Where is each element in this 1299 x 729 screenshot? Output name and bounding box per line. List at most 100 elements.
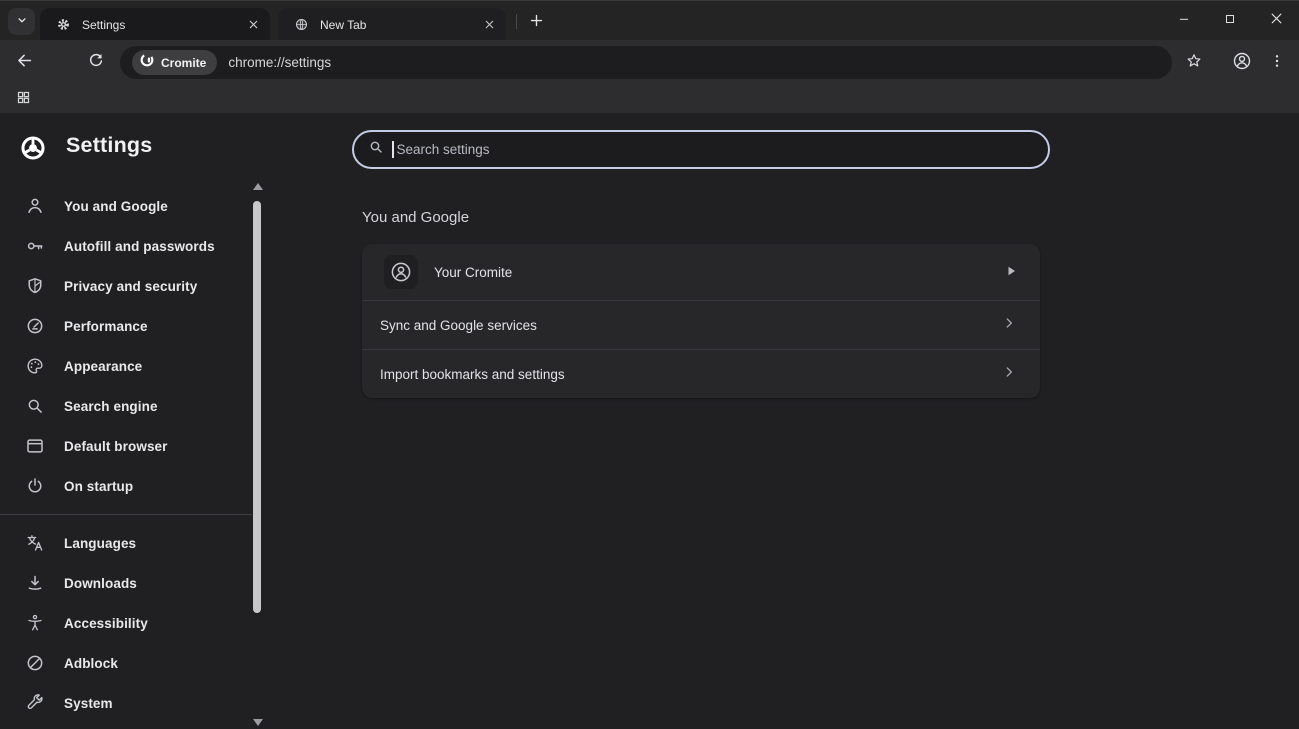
- reload-icon: [87, 52, 105, 73]
- browser-window: Settings New Tab: [0, 0, 1299, 729]
- close-tab-icon[interactable]: [480, 16, 498, 34]
- sidebar-divider: [0, 514, 252, 515]
- sidebar-item-label: On startup: [64, 479, 133, 494]
- new-tab-button[interactable]: [523, 9, 549, 35]
- sidebar-item-on-startup[interactable]: On startup: [0, 466, 252, 506]
- minimize-icon: [1177, 12, 1191, 29]
- sidebar-item-label: Performance: [64, 319, 148, 334]
- search-icon: [368, 139, 384, 160]
- search-input[interactable]: [397, 142, 1035, 157]
- palette-icon: [25, 356, 45, 376]
- forward-button[interactable]: [44, 46, 76, 78]
- triangle-right-icon: [1006, 263, 1016, 281]
- sidebar-item-label: Adblock: [64, 656, 118, 671]
- blocked-icon: [25, 653, 45, 673]
- reload-button[interactable]: [80, 46, 112, 78]
- close-tab-icon[interactable]: [244, 16, 262, 34]
- sidebar-item-label: You and Google: [64, 199, 168, 214]
- power-icon: [25, 476, 45, 496]
- profile-button[interactable]: [1226, 46, 1258, 78]
- sidebar-item-label: Default browser: [64, 439, 168, 454]
- shield-icon: [25, 276, 45, 296]
- settings-search-field[interactable]: [352, 130, 1050, 169]
- site-info-chip[interactable]: Cromite: [132, 50, 217, 75]
- back-button[interactable]: [8, 46, 40, 78]
- scroll-up-icon[interactable]: [251, 181, 264, 191]
- forward-arrow-icon: [51, 51, 70, 73]
- sidebar-item-autofill-and-passwords[interactable]: Autofill and passwords: [0, 226, 252, 266]
- bookmark-button[interactable]: [1178, 46, 1210, 78]
- sidebar-item-accessibility[interactable]: Accessibility: [0, 603, 252, 643]
- apps-grid-icon: [16, 90, 31, 108]
- avatar: [384, 255, 418, 289]
- person-icon: [25, 196, 45, 216]
- row-label: Sync and Google services: [380, 318, 1002, 333]
- star-icon: [1185, 52, 1203, 73]
- sidebar-item-default-browser[interactable]: Default browser: [0, 426, 252, 466]
- tab-settings[interactable]: Settings: [40, 8, 270, 41]
- scroll-down-icon[interactable]: [251, 717, 264, 727]
- you-and-google-card: Your Cromite Sync and Google services Im…: [362, 244, 1040, 398]
- sidebar-item-search-engine[interactable]: Search engine: [0, 386, 252, 426]
- sidebar-item-downloads[interactable]: Downloads: [0, 563, 252, 603]
- accessibility-icon: [25, 613, 45, 633]
- sidebar-item-adblock[interactable]: Adblock: [0, 643, 252, 683]
- plus-icon: [529, 13, 544, 31]
- section-heading: You and Google: [362, 209, 1299, 226]
- chevron-down-icon: [15, 13, 29, 30]
- settings-content: You and Google Your Cromite: [264, 186, 1299, 398]
- apps-grid-button[interactable]: [13, 89, 33, 109]
- tab-search-button[interactable]: [8, 8, 35, 35]
- chip-label: Cromite: [161, 56, 206, 70]
- row-label: Your Cromite: [434, 265, 1006, 280]
- window-controls: [1161, 1, 1299, 41]
- globe-icon: [291, 15, 311, 35]
- sidebar-item-label: Autofill and passwords: [64, 239, 215, 254]
- maximize-button[interactable]: [1207, 1, 1253, 39]
- menu-button[interactable]: [1261, 46, 1293, 78]
- tab-divider: [516, 14, 517, 29]
- sidebar-item-label: Downloads: [64, 576, 137, 591]
- key-icon: [25, 236, 45, 256]
- search-icon: [25, 396, 45, 416]
- sidebar-item-label: Appearance: [64, 359, 142, 374]
- sidebar-item-label: System: [64, 696, 113, 711]
- page-title: Settings: [66, 133, 152, 158]
- three-dot-menu-icon: [1269, 53, 1285, 72]
- sidebar-item-languages[interactable]: Languages: [0, 523, 252, 563]
- sidebar-scrollbar[interactable]: [251, 179, 264, 729]
- browser-window-icon: [25, 436, 45, 456]
- scrollbar-thumb[interactable]: [253, 201, 261, 613]
- row-sync-and-google-services[interactable]: Sync and Google services: [362, 301, 1040, 349]
- chevron-right-icon: [1002, 365, 1016, 384]
- bookmarks-bar: [0, 85, 1299, 113]
- translate-icon: [25, 533, 45, 553]
- row-import-bookmarks-and-settings[interactable]: Import bookmarks and settings: [362, 350, 1040, 398]
- row-your-cromite[interactable]: Your Cromite: [362, 244, 1040, 300]
- chevron-right-icon: [1002, 316, 1016, 335]
- sidebar-item-appearance[interactable]: Appearance: [0, 346, 252, 386]
- sidebar-item-system[interactable]: System: [0, 683, 252, 723]
- maximize-icon: [1223, 12, 1237, 29]
- tab-title: New Tab: [320, 18, 471, 32]
- cromite-badge-icon: [139, 52, 155, 73]
- speedometer-icon: [25, 316, 45, 336]
- text-caret: [392, 141, 394, 158]
- close-icon: [1269, 11, 1284, 29]
- sidebar-item-performance[interactable]: Performance: [0, 306, 252, 346]
- sidebar-item-you-and-google[interactable]: You and Google: [0, 186, 252, 226]
- sidebar-item-label: Accessibility: [64, 616, 148, 631]
- sidebar-item-label: Privacy and security: [64, 279, 197, 294]
- download-icon: [25, 573, 45, 593]
- sidebar-item-label: Search engine: [64, 399, 158, 414]
- url-text: chrome://settings: [228, 55, 331, 70]
- row-label: Import bookmarks and settings: [380, 367, 1002, 382]
- address-bar[interactable]: Cromite chrome://settings: [120, 46, 1172, 79]
- close-window-button[interactable]: [1253, 1, 1299, 39]
- cromite-logo-icon: [19, 134, 47, 162]
- tab-new-tab[interactable]: New Tab: [278, 8, 506, 41]
- sidebar-item-privacy-and-security[interactable]: Privacy and security: [0, 266, 252, 306]
- minimize-button[interactable]: [1161, 1, 1207, 39]
- wrench-icon: [25, 693, 45, 713]
- profile-icon: [1232, 51, 1252, 74]
